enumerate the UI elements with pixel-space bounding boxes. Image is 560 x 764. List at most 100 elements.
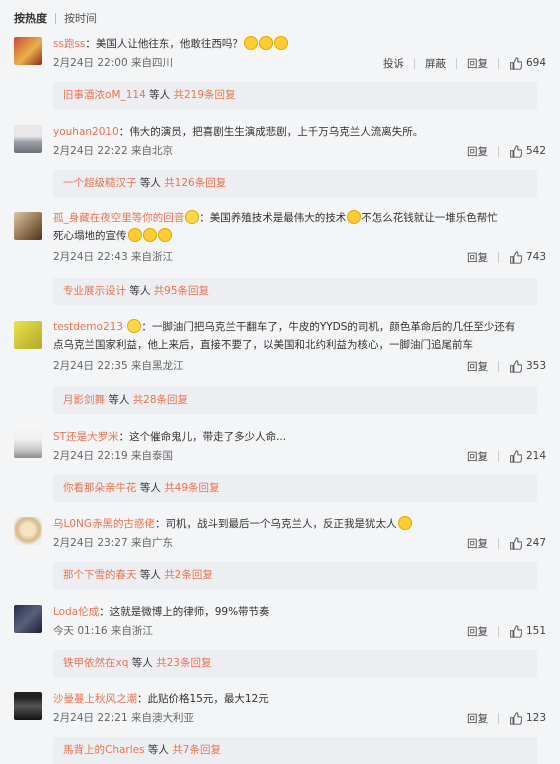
comment-actions: 回复 214: [467, 448, 546, 464]
action-divider: [455, 57, 457, 69]
block-button[interactable]: 屏蔽: [425, 56, 446, 71]
comment-body: 乌L0NG赤黑的古惑佬：司机，战斗到最后一个乌克兰人，反正我是犹太人: [53, 515, 546, 533]
reply-button[interactable]: 回复: [467, 449, 488, 464]
reply-username[interactable]: 专业展示设计: [63, 285, 126, 297]
thumbs-up-icon: [510, 250, 522, 264]
like-button[interactable]: 353: [509, 359, 546, 373]
laugh-cry-emoji-icon: [243, 36, 258, 50]
reply-etc: 等人: [144, 744, 173, 756]
reply-username[interactable]: 旧事酒浓oM_114: [63, 89, 146, 101]
thumbs-up-icon: [510, 624, 522, 638]
comment-username[interactable]: testdemo213: [53, 321, 123, 333]
reply-count[interactable]: 共95条回复: [154, 285, 209, 297]
comment-username[interactable]: 孤_身藏在夜空里等你的回音: [53, 212, 184, 224]
like-button[interactable]: 542: [509, 144, 546, 158]
comment-username[interactable]: ss跑ss: [53, 38, 85, 50]
avatar[interactable]: [14, 692, 42, 720]
comment-username[interactable]: ST还是大罗米: [53, 431, 119, 443]
reply-etc: 等人: [136, 177, 165, 189]
reply-button[interactable]: 回复: [467, 359, 488, 374]
cat-emoji-icon: [397, 516, 412, 530]
comment-username[interactable]: 沙曼蔓上秋风之潮: [53, 693, 137, 705]
reply-count[interactable]: 共49条回复: [164, 482, 219, 494]
comment-body: Loda伦成：这就是微博上的律师，99%带节奏: [53, 603, 546, 621]
reply-button[interactable]: 回复: [467, 250, 488, 265]
comment-meta: 2月24日 23:27 来自广东: [53, 537, 173, 549]
comment-meta: 2月24日 22:19 来自泰国: [53, 450, 173, 462]
avatar[interactable]: [14, 37, 42, 65]
comment-item: youhan2010：伟大的演员，把喜剧生生演成悲剧，上千万乌克兰人流离失所。 …: [0, 123, 560, 208]
like-button[interactable]: 694: [509, 56, 546, 70]
comment-text: 不怎么花钱就让一堆乐色帮忙: [361, 212, 498, 224]
comment-username[interactable]: Loda伦成: [53, 606, 99, 618]
reply-username[interactable]: 月影剑舞: [63, 394, 105, 406]
comment-actions: 回复 123: [467, 710, 546, 726]
reply-count[interactable]: 共23条回复: [156, 657, 211, 669]
reply-summary[interactable]: 你看那朵亲牛花 等人 共49条回复: [53, 475, 537, 502]
like-button[interactable]: 123: [509, 711, 546, 725]
comment-meta: 2月24日 22:22 来自北京: [53, 145, 173, 157]
reply-summary[interactable]: 一个超级糙汉子 等人 共126条回复: [53, 170, 537, 197]
avatar[interactable]: [14, 321, 42, 349]
comment-text: ：这个催命鬼儿，带走了多少人命...: [118, 431, 287, 443]
comment-text: ：此贴价格15元，最大12元: [137, 693, 269, 705]
like-button[interactable]: 151: [509, 624, 546, 638]
comment-actions: 回复 247: [467, 535, 546, 551]
reply-count[interactable]: 共126条回复: [164, 177, 226, 189]
comment-item: ss跑ss：美国人让他往东，他敢往西吗？ 2月24日 22:00 来自四川 投诉…: [0, 35, 560, 120]
reply-count[interactable]: 共28条回复: [133, 394, 188, 406]
like-count: 694: [525, 57, 546, 69]
reply-button[interactable]: 回复: [467, 56, 488, 71]
comment-username[interactable]: youhan2010: [53, 126, 119, 138]
sort-by-hot[interactable]: 按热度: [14, 10, 47, 26]
comment-text: ：这就是微博上的律师，99%带节奏: [99, 606, 270, 618]
comment-actions: 回复 542: [467, 143, 546, 159]
reply-etc: 等人: [136, 482, 165, 494]
comment-meta: 2月24日 22:43 来自浙江: [53, 251, 173, 263]
avatar[interactable]: [14, 430, 42, 458]
comment-body: 孤_身藏在夜空里等你的回音 ：美国养殖技术是最伟大的技术 不怎么花钱就让一堆乐色帮忙…: [53, 209, 546, 245]
reply-username[interactable]: 馬背上的Charles: [63, 744, 145, 756]
reply-username[interactable]: 一个超级糙汉子: [63, 177, 137, 189]
like-count: 743: [525, 251, 546, 263]
reply-count[interactable]: 共219条回复: [173, 89, 235, 101]
comment-body: ss跑ss：美国人让他往东，他敢往西吗？: [53, 35, 546, 53]
avatar[interactable]: [14, 125, 42, 153]
comment-list: 按热度 按时间 ss跑ss：美国人让他往东，他敢往西吗？ 2月24日 22:00…: [0, 0, 560, 764]
like-button[interactable]: 247: [509, 536, 546, 550]
comment-actions: 投诉 屏蔽 回复 694: [383, 55, 546, 71]
reply-summary[interactable]: 那个下雪的春天 等人 共2条回复: [53, 562, 537, 589]
reply-count[interactable]: 共7条回复: [172, 744, 221, 756]
comment-username[interactable]: 乌L0NG赤黑的古惑佬: [53, 518, 155, 530]
avatar[interactable]: [14, 605, 42, 633]
like-button[interactable]: 214: [509, 449, 546, 463]
like-button[interactable]: 743: [509, 250, 546, 264]
action-divider: [413, 57, 415, 69]
reply-button[interactable]: 回复: [467, 711, 488, 726]
reply-button[interactable]: 回复: [467, 624, 488, 639]
reply-button[interactable]: 回复: [467, 144, 488, 159]
comment-meta: 今天 01:16 来自浙江: [53, 625, 153, 637]
reply-username[interactable]: 铁甲依然在xq: [63, 657, 128, 669]
reply-button[interactable]: 回复: [467, 536, 488, 551]
reply-username[interactable]: 你看那朵亲牛花: [63, 482, 137, 494]
comment-text: ：一脚油门把乌克兰干翻车了，牛皮的YYDS的司机，颜色革命后的几任至少还有: [141, 321, 516, 333]
avatar[interactable]: [14, 517, 42, 545]
comment-body: testdemo213 ：一脚油门把乌克兰干翻车了，牛皮的YYDS的司机，颜色革…: [53, 318, 546, 354]
like-count: 214: [525, 450, 546, 462]
comment-meta: 2月24日 22:21 来自澳大利亚: [53, 712, 194, 724]
action-divider: [497, 145, 499, 157]
reply-summary[interactable]: 月影剑舞 等人 共28条回复: [53, 387, 537, 414]
comment-text: 死心塌地的宣传: [53, 230, 127, 242]
reply-summary[interactable]: 铁甲依然在xq 等人 共23条回复: [53, 650, 537, 677]
avatar[interactable]: [14, 212, 42, 240]
like-count: 151: [525, 625, 546, 637]
reply-username[interactable]: 那个下雪的春天: [63, 569, 137, 581]
reply-summary[interactable]: 馬背上的Charles 等人 共7条回复: [53, 737, 537, 764]
reply-summary[interactable]: 专业展示设计 等人 共95条回复: [53, 278, 537, 305]
sort-by-time[interactable]: 按时间: [64, 10, 97, 26]
reply-count[interactable]: 共2条回复: [164, 569, 213, 581]
report-button[interactable]: 投诉: [383, 56, 404, 71]
reply-etc: 等人: [105, 394, 133, 406]
reply-summary[interactable]: 旧事酒浓oM_114 等人 共219条回复: [53, 82, 537, 109]
